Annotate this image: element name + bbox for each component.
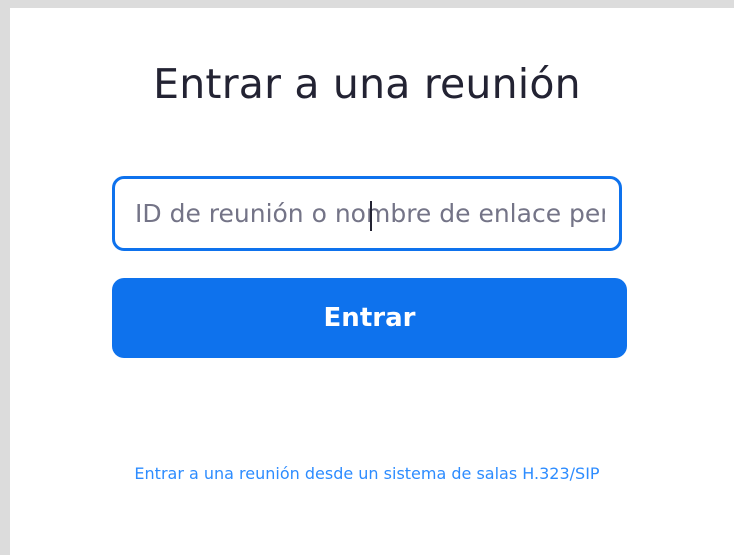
room-system-link[interactable]: Entrar a una reunión desde un sistema de… <box>0 464 734 483</box>
meeting-id-field-wrapper[interactable] <box>112 176 622 251</box>
page-title: Entrar a una reunión <box>153 60 581 108</box>
join-meeting-dialog: Entrar a una reunión Entrar Entrar a una… <box>10 8 734 555</box>
join-button[interactable]: Entrar <box>112 278 627 358</box>
text-caret <box>370 201 372 231</box>
